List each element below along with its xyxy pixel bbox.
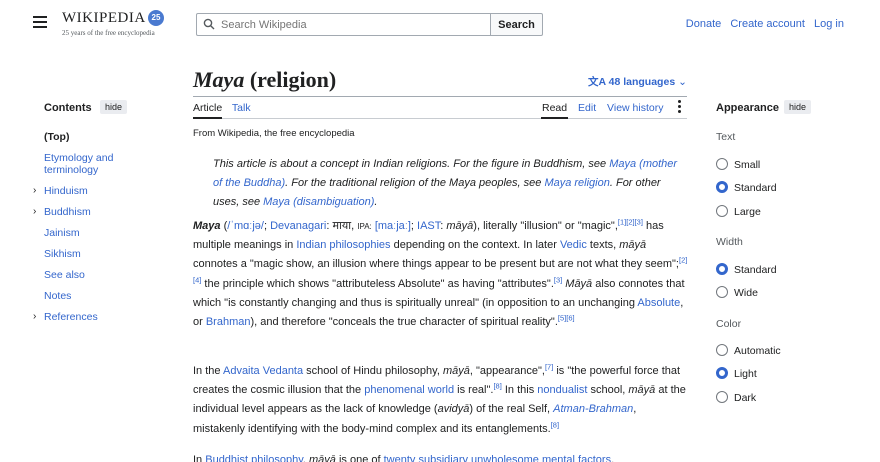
radio-button-selected[interactable] [716, 263, 728, 275]
translate-icon: 文A [588, 76, 606, 88]
text-size-small-option[interactable]: Small [716, 158, 760, 171]
toc-item-top[interactable]: (Top) [32, 131, 132, 143]
radio-button[interactable] [716, 344, 728, 356]
search-box[interactable] [196, 13, 491, 36]
radio-button-selected[interactable] [716, 367, 728, 379]
create-account-link[interactable]: Create account [730, 18, 805, 30]
article-tab-indicator [193, 117, 222, 119]
search-icon [203, 18, 215, 30]
toc-item-sikhism[interactable]: Sikhism [32, 248, 132, 260]
text-size-large-option[interactable]: Large [716, 205, 761, 218]
toc-list: (Top) Etymology and terminology › Hinduis… [32, 131, 132, 332]
tab-talk[interactable]: Talk [232, 102, 251, 114]
radio-button[interactable] [716, 391, 728, 403]
chevron-right-icon[interactable]: › [33, 185, 36, 197]
appearance-hide-button[interactable]: hide [784, 100, 812, 114]
chevron-down-icon: ⌄ [678, 76, 687, 88]
hatnote-link[interactable]: Maya religion [544, 177, 609, 189]
hatnote: This article is about a concept in India… [213, 158, 678, 208]
width-label: Width [716, 236, 743, 248]
appearance-heading: Appearance [716, 102, 779, 114]
more-tools-icon[interactable] [678, 100, 682, 115]
article-paragraph: In the Advaita Vedanta school of Hindu p… [193, 362, 686, 435]
login-link[interactable]: Log in [814, 18, 844, 30]
chevron-right-icon[interactable]: › [33, 206, 36, 218]
color-label: Color [716, 318, 742, 330]
toc-item-hinduism[interactable]: › Hinduism [32, 185, 132, 197]
wikipedia-wordmark[interactable]: WIKIPEDIA [62, 10, 146, 27]
search-input[interactable] [221, 16, 481, 33]
view-tabs: Read Edit View history [542, 102, 671, 114]
user-links: Donate Create account Log in [680, 18, 844, 30]
article-paragraph: In Buddhist philosophy, māyā is one of t… [193, 454, 615, 462]
toc-hide-button[interactable]: hide [100, 100, 128, 114]
color-light-option[interactable]: Light [716, 367, 757, 380]
toc-item-jainism[interactable]: Jainism [32, 227, 132, 239]
text-size-label: Text [716, 131, 736, 143]
tabs-divider [193, 118, 687, 119]
chevron-right-icon[interactable]: › [33, 311, 36, 323]
page-title: Maya (religion) [193, 67, 337, 92]
text-size-standard-option[interactable]: Standard [716, 181, 777, 194]
radio-button[interactable] [716, 205, 728, 217]
title-divider [193, 96, 687, 97]
color-automatic-option[interactable]: Automatic [716, 344, 781, 357]
main-menu-button[interactable] [33, 16, 47, 31]
radio-button[interactable] [716, 286, 728, 298]
color-dark-option[interactable]: Dark [716, 391, 756, 404]
toc-item-notes[interactable]: Notes [32, 290, 132, 302]
tab-edit[interactable]: Edit [578, 102, 596, 114]
radio-button[interactable] [716, 158, 728, 170]
tab-view-history[interactable]: View history [607, 102, 663, 114]
donate-link[interactable]: Donate [686, 18, 721, 30]
toc-item-references[interactable]: › References [32, 311, 132, 323]
read-tab-indicator [541, 117, 568, 119]
language-button[interactable]: 文A 48 languages ⌄ [588, 74, 687, 89]
tab-read[interactable]: Read [542, 102, 567, 114]
search-button[interactable]: Search [490, 13, 543, 36]
hatnote-link[interactable]: Maya (disambiguation) [263, 196, 374, 208]
width-standard-option[interactable]: Standard [716, 263, 777, 276]
toc-heading: Contents [44, 102, 92, 114]
namespace-tabs: Article Talk [193, 102, 258, 114]
toc-item-see-also[interactable]: See also [32, 269, 132, 281]
site-sub: From Wikipedia, the free encyclopedia [193, 128, 355, 139]
tagline: 25 years of the free encyclopedia [62, 29, 155, 37]
anniversary-logo-icon[interactable]: 25 [148, 10, 164, 26]
tab-article[interactable]: Article [193, 102, 222, 114]
article-paragraph: Maya (/ˈmɑːjə/; Devanagari: माया, IPA: [… [193, 217, 688, 329]
width-wide-option[interactable]: Wide [716, 286, 758, 299]
toc-item-buddhism[interactable]: › Buddhism [32, 206, 132, 218]
radio-button-selected[interactable] [716, 181, 728, 193]
toc-item-etymology[interactable]: Etymology and terminology [32, 152, 132, 176]
